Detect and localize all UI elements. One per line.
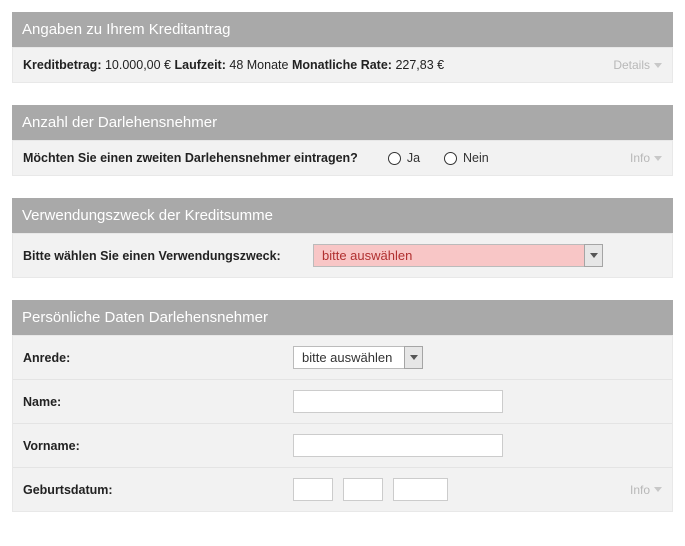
info-toggle-dob[interactable]: Info — [630, 483, 662, 497]
section-header-borrowers: Anzahl der Darlehensnehmer — [12, 105, 673, 140]
info-label: Info — [630, 483, 650, 497]
row-lastname: Name: — [13, 380, 672, 424]
dob-group — [293, 478, 448, 501]
dropdown-button — [584, 244, 603, 267]
chevron-down-icon — [654, 156, 662, 161]
label-term: Laufzeit: — [175, 58, 226, 72]
firstname-input[interactable] — [293, 434, 503, 457]
label-firstname: Vorname: — [23, 439, 293, 453]
purpose-select[interactable]: bitte auswählen — [313, 244, 603, 267]
section-body-purpose: Bitte wählen Sie einen Verwendungszweck:… — [12, 233, 673, 278]
section-personal: Persönliche Daten Darlehensnehmer Anrede… — [12, 300, 673, 512]
section-credit-summary: Angaben zu Ihrem Kreditantrag Kreditbetr… — [12, 12, 673, 83]
salutation-select[interactable]: bitte auswählen — [293, 346, 423, 369]
purpose-select-value: bitte auswählen — [313, 244, 603, 267]
borrowers-question: Möchten Sie einen zweiten Darlehensnehme… — [23, 151, 358, 165]
lastname-input[interactable] — [293, 390, 503, 413]
dropdown-button — [404, 346, 423, 369]
info-toggle-borrowers[interactable]: Info — [630, 151, 662, 165]
value-term: 48 Monate — [229, 58, 288, 72]
details-toggle[interactable]: Details — [613, 58, 662, 72]
row-firstname: Vorname: — [13, 424, 672, 468]
purpose-label: Bitte wählen Sie einen Verwendungszweck: — [23, 249, 313, 263]
value-rate: 227,83 € — [395, 58, 444, 72]
section-header-purpose: Verwendungszweck der Kreditsumme — [12, 198, 673, 233]
label-dob: Geburtsdatum: — [23, 483, 293, 497]
value-amount: 10.000,00 € — [105, 58, 171, 72]
dob-day-input[interactable] — [293, 478, 333, 501]
section-header-personal: Persönliche Daten Darlehensnehmer — [12, 300, 673, 335]
purpose-row: Bitte wählen Sie einen Verwendungszweck:… — [13, 234, 672, 277]
summary-row: Kreditbetrag: 10.000,00 € Laufzeit: 48 M… — [13, 48, 672, 82]
details-label: Details — [613, 58, 650, 72]
radio-label-yes: Ja — [407, 151, 420, 165]
radio-option-no[interactable]: Nein — [444, 151, 489, 165]
chevron-down-icon — [654, 487, 662, 492]
summary-text: Kreditbetrag: 10.000,00 € Laufzeit: 48 M… — [23, 58, 444, 72]
section-body-borrowers: Möchten Sie einen zweiten Darlehensnehme… — [12, 140, 673, 176]
section-body-personal: Anrede: bitte auswählen Name: Vorname: G… — [12, 335, 673, 512]
radio-icon — [388, 152, 401, 165]
dob-year-input[interactable] — [393, 478, 448, 501]
dob-month-input[interactable] — [343, 478, 383, 501]
radio-option-yes[interactable]: Ja — [388, 151, 420, 165]
radio-label-no: Nein — [463, 151, 489, 165]
row-salutation: Anrede: bitte auswählen — [13, 336, 672, 380]
section-body-summary: Kreditbetrag: 10.000,00 € Laufzeit: 48 M… — [12, 47, 673, 83]
chevron-down-icon — [410, 355, 418, 360]
info-label: Info — [630, 151, 650, 165]
label-salutation: Anrede: — [23, 351, 293, 365]
section-header-summary: Angaben zu Ihrem Kreditantrag — [12, 12, 673, 47]
row-dob: Geburtsdatum: Info — [13, 468, 672, 511]
borrowers-row: Möchten Sie einen zweiten Darlehensnehme… — [13, 141, 672, 175]
label-amount: Kreditbetrag: — [23, 58, 101, 72]
chevron-down-icon — [590, 253, 598, 258]
section-borrowers: Anzahl der Darlehensnehmer Möchten Sie e… — [12, 105, 673, 176]
radio-group-second-borrower: Ja Nein — [388, 151, 489, 165]
label-rate: Monatliche Rate: — [292, 58, 392, 72]
radio-icon — [444, 152, 457, 165]
chevron-down-icon — [654, 63, 662, 68]
label-lastname: Name: — [23, 395, 293, 409]
section-purpose: Verwendungszweck der Kreditsumme Bitte w… — [12, 198, 673, 278]
